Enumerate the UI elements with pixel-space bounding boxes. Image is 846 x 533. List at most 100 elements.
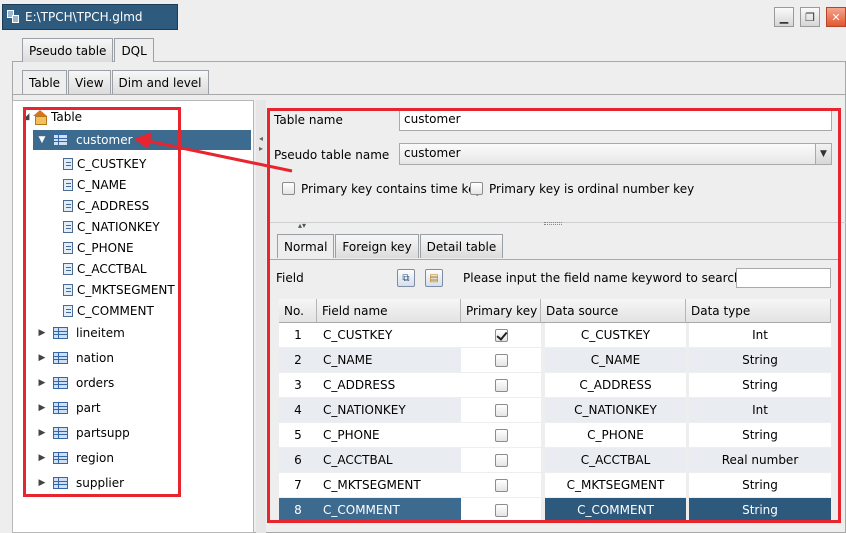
table-row[interactable]: 6 C_ACCTBAL C_ACCTBAL Real number xyxy=(279,448,831,473)
cell-data-source[interactable]: C_NAME xyxy=(545,348,686,372)
primary-key-checkbox[interactable] xyxy=(494,428,508,442)
cell-data-source[interactable]: C_ADDRESS xyxy=(545,373,686,397)
cell-field-name[interactable]: C_NAME xyxy=(317,348,461,372)
pseudo-table-select[interactable]: customer ▼ xyxy=(399,143,832,165)
col-data-source[interactable]: Data source xyxy=(541,299,686,323)
expand-arrow-icon[interactable]: ▶ xyxy=(37,478,47,488)
tree-root[interactable]: ◢ Table xyxy=(21,107,82,127)
tree-field-item[interactable]: C_NATIONKEY xyxy=(63,217,160,237)
primary-key-checkbox[interactable] xyxy=(494,403,508,417)
expand-arrow-icon[interactable]: ▼ xyxy=(37,135,47,145)
cell-field-name[interactable]: C_NATIONKEY xyxy=(317,398,461,422)
cell-field-name[interactable]: C_MKTSEGMENT xyxy=(317,473,461,497)
tree-item-customer[interactable]: ▼ customer xyxy=(33,130,251,150)
expand-arrow-icon[interactable]: ◢ xyxy=(21,112,31,122)
collapse-up-icon[interactable]: ▴▾ xyxy=(298,221,306,230)
field-icon xyxy=(63,179,73,191)
cell-data-type[interactable]: String xyxy=(689,423,831,447)
cell-data-type[interactable]: Real number xyxy=(689,448,831,472)
table-row[interactable]: 3 C_ADDRESS C_ADDRESS String xyxy=(279,373,831,398)
cell-data-type[interactable]: String xyxy=(689,498,831,522)
expand-arrow-icon[interactable]: ▶ xyxy=(37,328,47,338)
primary-key-checkbox[interactable] xyxy=(494,378,508,392)
pk-time-checkbox[interactable] xyxy=(282,182,295,195)
table-icon xyxy=(53,452,68,464)
table-row[interactable]: 1 C_CUSTKEY C_CUSTKEY Int xyxy=(279,323,831,348)
cell-field-name[interactable]: C_ACCTBAL xyxy=(317,448,461,472)
expand-arrow-icon[interactable]: ▶ xyxy=(37,353,47,363)
tab-foreign-key[interactable]: Foreign key xyxy=(335,234,419,258)
primary-key-checkbox[interactable] xyxy=(494,353,508,367)
pk-ordinal-checkbox[interactable] xyxy=(470,182,483,195)
col-no[interactable]: No. xyxy=(279,299,317,323)
cell-field-name[interactable]: C_CUSTKEY xyxy=(317,323,461,347)
tab-normal[interactable]: Normal xyxy=(277,234,335,258)
table-row[interactable]: 5 C_PHONE C_PHONE String xyxy=(279,423,831,448)
tree-field-item[interactable]: C_ADDRESS xyxy=(63,196,149,216)
collapse-left-icon[interactable]: ◂ xyxy=(259,134,263,143)
cell-field-name[interactable]: C_ADDRESS xyxy=(317,373,461,397)
cell-data-type[interactable]: String xyxy=(689,373,831,397)
table-row[interactable]: 8 C_COMMENT C_COMMENT String xyxy=(279,498,831,523)
expand-arrow-icon[interactable]: ▶ xyxy=(37,453,47,463)
close-button[interactable]: ✕ xyxy=(826,7,846,27)
tree-field-item[interactable]: C_PHONE xyxy=(63,238,134,258)
cell-data-source[interactable]: C_ACCTBAL xyxy=(545,448,686,472)
restore-button[interactable]: ❐ xyxy=(800,7,820,27)
col-data-type[interactable]: Data type xyxy=(686,299,831,323)
col-field-name[interactable]: Field name xyxy=(317,299,461,323)
table-row[interactable]: 2 C_NAME C_NAME String xyxy=(279,348,831,373)
tree-item-region[interactable]: ▶ region xyxy=(37,448,114,468)
minimize-button[interactable]: ▁ xyxy=(774,7,794,27)
tree-field-item[interactable]: C_COMMENT xyxy=(63,301,154,321)
primary-key-checkbox[interactable] xyxy=(494,328,508,342)
cell-field-name[interactable]: C_PHONE xyxy=(317,423,461,447)
col-primary-key[interactable]: Primary key xyxy=(461,299,541,323)
cell-data-type[interactable]: String xyxy=(689,473,831,497)
cell-data-source[interactable]: C_NATIONKEY xyxy=(545,398,686,422)
vertical-splitter[interactable]: ◂ ▸ xyxy=(256,100,266,533)
tree-field-label: C_NAME xyxy=(77,178,127,192)
tree-item-supplier[interactable]: ▶ supplier xyxy=(37,473,125,493)
tree-item-partsupp[interactable]: ▶ partsupp xyxy=(37,423,130,443)
table-row[interactable]: 7 C_MKTSEGMENT C_MKTSEGMENT String xyxy=(279,473,831,498)
tree-field-item[interactable]: C_ACCTBAL xyxy=(63,259,147,279)
tab-dql[interactable]: DQL xyxy=(114,38,154,62)
cell-data-source[interactable]: C_MKTSEGMENT xyxy=(545,473,686,497)
tree-field-item[interactable]: C_CUSTKEY xyxy=(63,154,146,174)
horizontal-splitter[interactable]: ▴▾ xyxy=(268,221,846,230)
tree-item-part[interactable]: ▶ part xyxy=(37,398,101,418)
cell-data-type[interactable]: Int xyxy=(689,323,831,347)
table-tree[interactable]: ◢ Table ▼ customer C_CUSTKEY C_NAME C_ADDR… xyxy=(12,100,254,533)
expand-arrow-icon[interactable]: ▶ xyxy=(37,378,47,388)
cell-field-name[interactable]: C_COMMENT xyxy=(317,498,461,522)
tree-field-item[interactable]: C_MKTSEGMENT xyxy=(63,280,175,300)
primary-key-checkbox[interactable] xyxy=(494,478,508,492)
copy-field-icon[interactable]: ⧉ xyxy=(397,269,415,287)
tab-detail-table[interactable]: Detail table xyxy=(419,234,504,258)
cell-data-source[interactable]: C_PHONE xyxy=(545,423,686,447)
table-name-input[interactable]: customer xyxy=(399,109,832,131)
collapse-right-icon[interactable]: ▸ xyxy=(259,144,263,153)
primary-key-checkbox[interactable] xyxy=(494,503,508,517)
tree-item-lineitem[interactable]: ▶ lineitem xyxy=(37,323,125,343)
tab-pseudo-table[interactable]: Pseudo table xyxy=(22,38,114,62)
chevron-down-icon[interactable]: ▼ xyxy=(815,144,831,164)
field-search-input[interactable] xyxy=(736,268,831,288)
expand-arrow-icon[interactable]: ▶ xyxy=(37,428,47,438)
cell-data-source[interactable]: C_CUSTKEY xyxy=(545,323,686,347)
cell-data-type[interactable]: Int xyxy=(689,398,831,422)
cell-data-type[interactable]: String xyxy=(689,348,831,372)
paste-field-icon[interactable]: ▤ xyxy=(425,269,443,287)
cell-data-source[interactable]: C_COMMENT xyxy=(545,498,686,522)
primary-key-checkbox[interactable] xyxy=(494,453,508,467)
tree-item-nation[interactable]: ▶ nation xyxy=(37,348,114,368)
tab-table[interactable]: Table xyxy=(22,70,68,94)
tab-dim-and-level[interactable]: Dim and level xyxy=(111,70,209,94)
tree-item-orders[interactable]: ▶ orders xyxy=(37,373,115,393)
tab-view[interactable]: View xyxy=(68,70,111,94)
document-tab[interactable]: E:\TPCH\TPCH.glmd xyxy=(2,4,178,30)
expand-arrow-icon[interactable]: ▶ xyxy=(37,403,47,413)
table-row[interactable]: 4 C_NATIONKEY C_NATIONKEY Int xyxy=(279,398,831,423)
tree-field-item[interactable]: C_NAME xyxy=(63,175,127,195)
